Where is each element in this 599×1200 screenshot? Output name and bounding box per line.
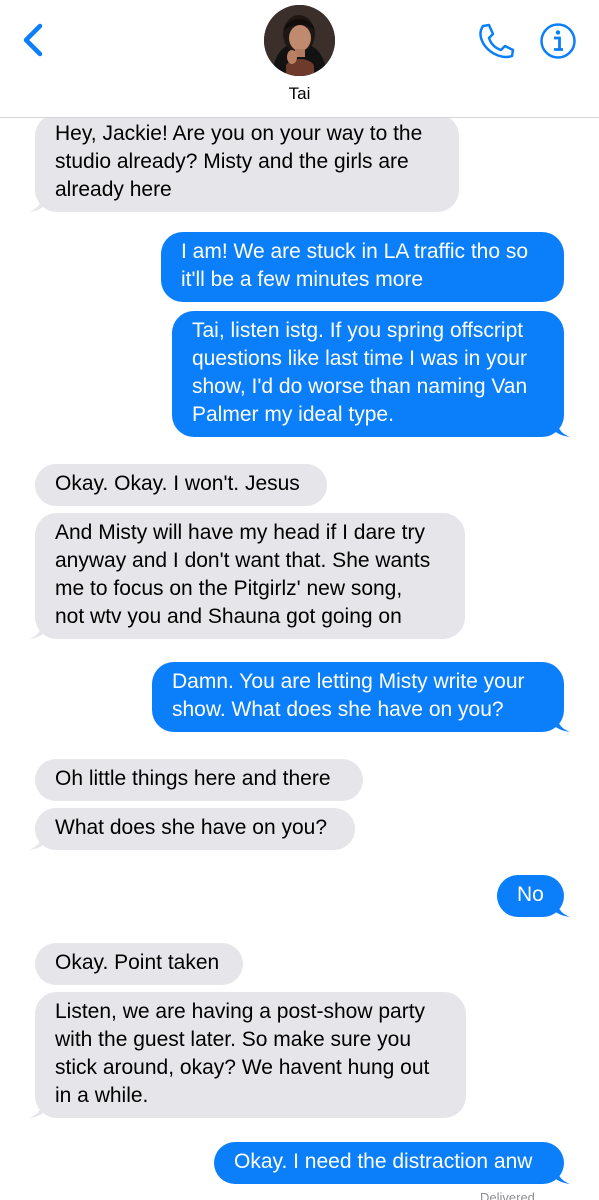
outgoing-message-bubble[interactable]: Okay. I need the distraction anw: [214, 1142, 570, 1184]
incoming-message-bubble[interactable]: Oh little things here and there: [35, 759, 363, 801]
message-line: Palmer my ideal type.: [192, 403, 394, 426]
message-line: questions like last time I was in your: [192, 347, 527, 370]
bubble-tail: [29, 830, 53, 850]
bubble-tail: [546, 712, 570, 732]
avatar[interactable]: [264, 5, 335, 76]
call-button[interactable]: [474, 20, 516, 62]
message-line: Damn. You are letting Misty write your: [172, 670, 525, 693]
outgoing-message-bubble[interactable]: No: [497, 875, 570, 917]
delivery-status: Delivered: [480, 1190, 535, 1200]
outgoing-message-bubble[interactable]: I am! We are stuck in LA traffic tho so i…: [161, 232, 564, 302]
contact-name[interactable]: Tai: [0, 84, 599, 104]
message-line: Hey, Jackie! Are you on your way to the: [55, 122, 423, 145]
outgoing-message-bubble[interactable]: Tai, listen istg. If you spring offscrip…: [172, 311, 570, 437]
incoming-message-bubble[interactable]: What does she have on you?: [29, 808, 355, 850]
message-line: Okay. Point taken: [55, 951, 220, 974]
incoming-message-bubble[interactable]: Okay. Okay. I won't. Jesus: [35, 464, 327, 506]
message-line: What does she have on you?: [55, 816, 328, 839]
back-button[interactable]: [18, 20, 52, 60]
message-line: in a while.: [55, 1084, 149, 1107]
message-line: show. What does she have on you?: [172, 698, 504, 721]
incoming-message-bubble[interactable]: And Misty will have my head if I dare tr…: [29, 513, 465, 639]
message-line: Oh little things here and there: [55, 767, 331, 790]
bubble-tail: [29, 619, 53, 639]
message-line: And Misty will have my head if I dare tr…: [55, 521, 425, 544]
message-line: not wtv you and Shauna got going on: [55, 605, 402, 628]
contact-photo: [264, 5, 335, 76]
message-line: already here: [55, 178, 172, 201]
message-line: it'll be a few minutes more: [181, 268, 424, 291]
conversation-header: Tai: [0, 0, 599, 118]
incoming-message-bubble[interactable]: Listen, we are having a post-show party w…: [29, 992, 466, 1118]
message-line: stick around, okay? We havent hung out: [55, 1056, 430, 1079]
bubble-tail: [546, 897, 570, 917]
message-line: show, I'd do worse than naming Van: [192, 375, 528, 398]
message-line: studio already? Misty and the girls are: [55, 150, 409, 173]
message-line: Listen, we are having a post-show party: [55, 1000, 426, 1023]
message-line: Okay. I need the distraction anw: [234, 1150, 533, 1173]
message-line: Tai, listen istg. If you spring offscrip…: [192, 319, 524, 342]
bubble-tail: [546, 417, 570, 437]
info-icon: [540, 23, 576, 59]
phone-icon: [479, 23, 515, 59]
message-line: me to focus on the Pitgirlz' new song,: [55, 577, 403, 600]
message-line: I am! We are stuck in LA traffic tho so: [181, 240, 529, 263]
message-line: anyway and I don't want that. She wants: [55, 549, 431, 572]
bubble-tail: [546, 1164, 570, 1184]
info-button[interactable]: [539, 22, 577, 60]
outgoing-message-bubble[interactable]: Damn. You are letting Misty write your sh…: [152, 662, 570, 732]
incoming-message-bubble[interactable]: Okay. Point taken: [35, 943, 243, 985]
message-line: No: [517, 883, 544, 906]
message-line: with the guest later. So make sure you: [55, 1028, 412, 1051]
chevron-left-icon: [23, 23, 43, 57]
incoming-message-bubble[interactable]: Hey, Jackie! Are you on your way to the s…: [29, 114, 459, 212]
bubble-tail: [29, 192, 53, 212]
bubble-tail: [29, 1098, 53, 1118]
message-line: Okay. Okay. I won't. Jesus: [55, 472, 300, 495]
